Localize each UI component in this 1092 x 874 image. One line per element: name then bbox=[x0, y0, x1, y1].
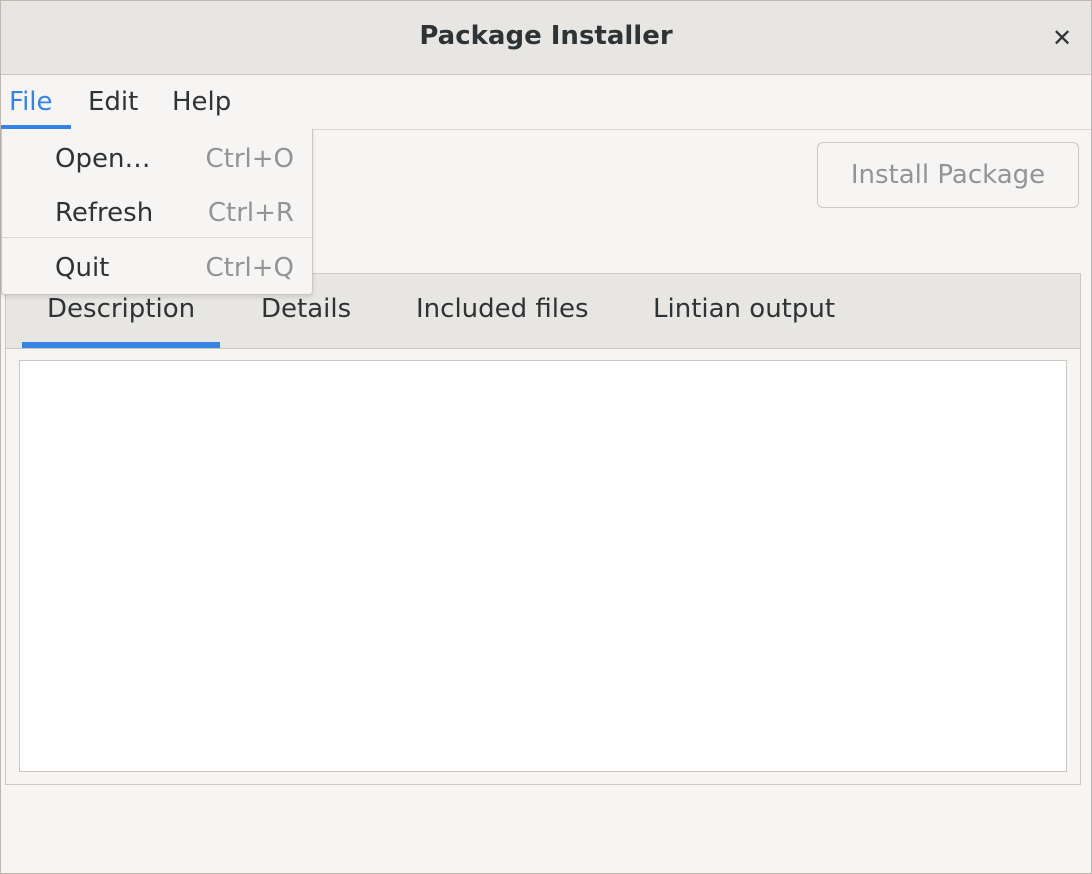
package-info-notebook: Description Details Included files Linti… bbox=[5, 273, 1081, 785]
file-menu-dropdown: Open… Ctrl+O Refresh Ctrl+R Quit Ctrl+Q bbox=[1, 129, 313, 295]
tab-included-files[interactable]: Included files bbox=[416, 294, 589, 324]
menu-bar: File Edit Help bbox=[1, 75, 1091, 130]
title-bar: Package Installer ✕ bbox=[1, 1, 1091, 75]
description-text-view[interactable] bbox=[19, 360, 1067, 772]
menu-item-open-shortcut: Ctrl+O bbox=[205, 144, 294, 174]
selected-tab-indicator bbox=[22, 342, 220, 348]
menu-file[interactable]: File bbox=[9, 87, 53, 117]
menu-item-refresh-label: Refresh bbox=[55, 198, 154, 228]
menu-item-quit-shortcut: Ctrl+Q bbox=[205, 253, 294, 283]
menu-help[interactable]: Help bbox=[172, 87, 231, 117]
window-title: Package Installer bbox=[419, 21, 673, 51]
menu-item-refresh-shortcut: Ctrl+R bbox=[207, 198, 294, 228]
package-installer-window: Package Installer ✕ File Edit Help Insta… bbox=[0, 0, 1092, 874]
menu-edit[interactable]: Edit bbox=[88, 87, 138, 117]
close-icon: ✕ bbox=[1051, 24, 1073, 52]
tab-details[interactable]: Details bbox=[261, 294, 351, 324]
menu-item-open-label: Open… bbox=[55, 144, 151, 174]
tab-lintian-output[interactable]: Lintian output bbox=[653, 294, 835, 324]
close-button[interactable]: ✕ bbox=[1047, 23, 1077, 53]
menu-item-quit[interactable]: Quit Ctrl+Q bbox=[2, 242, 312, 292]
menu-separator bbox=[2, 237, 312, 238]
install-package-button[interactable]: Install Package bbox=[817, 142, 1079, 208]
menu-item-refresh[interactable]: Refresh Ctrl+R bbox=[2, 187, 312, 237]
menu-item-open[interactable]: Open… Ctrl+O bbox=[2, 133, 312, 183]
menu-item-quit-label: Quit bbox=[55, 253, 110, 283]
tab-description[interactable]: Description bbox=[47, 294, 195, 324]
